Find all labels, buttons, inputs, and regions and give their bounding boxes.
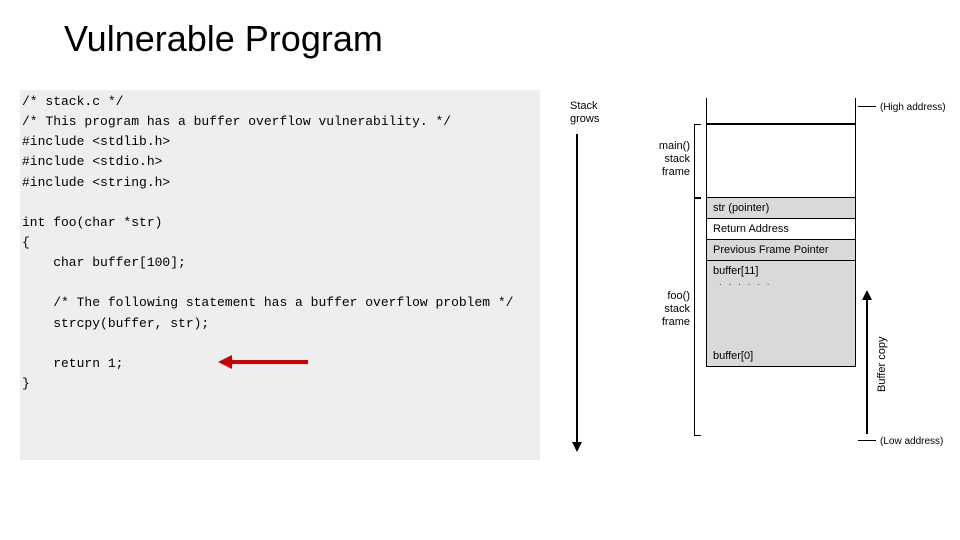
stack-row-buf0: buffer[0]: [707, 323, 855, 367]
code-line: return 1;: [22, 356, 123, 371]
main-frame-label: main() stack frame: [650, 140, 690, 180]
stack-row-main: [707, 124, 855, 198]
code-block: /* stack.c */ /* This program has a buff…: [20, 90, 540, 460]
high-address-label: (High address): [880, 102, 946, 113]
code-line: int foo(char *str): [22, 215, 162, 230]
code-line: #include <stdio.h>: [22, 154, 162, 169]
buffer-copy-label: Buffer copy: [876, 337, 888, 392]
stack-column: str (pointer) Return Address Previous Fr…: [706, 98, 856, 367]
stack-row-buf11: buffer[11] . . . . . .: [707, 261, 855, 323]
buf11-label: buffer[11]: [713, 265, 758, 277]
code-line: {: [22, 235, 30, 250]
code-line: #include <string.h>: [22, 175, 170, 190]
low-addr-line: [858, 440, 876, 441]
arrow-indicator: [218, 356, 308, 368]
code-line: /* This program has a buffer overflow vu…: [22, 114, 451, 129]
stack-row-pfp: Previous Frame Pointer: [707, 240, 855, 261]
stack-grows-label: Stack grows: [570, 100, 599, 126]
ellipsis-icon: . . . . . .: [713, 277, 849, 288]
buffer-copy-arrow-icon: [866, 298, 868, 434]
code-line: #include <stdlib.h>: [22, 134, 170, 149]
foo-frame-bracket: [694, 198, 695, 436]
main-frame-bracket: [694, 124, 695, 198]
down-arrow-icon: [576, 134, 578, 444]
stack-diagram: Stack grows main() stack frame foo() sta…: [550, 90, 950, 460]
code-line: strcpy(buffer, str);: [22, 316, 209, 331]
code-line: }: [22, 376, 30, 391]
low-address-label: (Low address): [880, 436, 943, 447]
page-title: Vulnerable Program: [64, 18, 383, 60]
code-line: char buffer[100];: [22, 255, 186, 270]
foo-frame-label: foo() stack frame: [650, 290, 690, 330]
stack-row-return: Return Address: [707, 219, 855, 240]
code-line: /* The following statement has a buffer …: [22, 295, 513, 310]
high-addr-line: [858, 106, 876, 107]
buf0-label: buffer[0]: [713, 350, 753, 362]
stack-row-top: [707, 98, 855, 124]
code-line: /* stack.c */: [22, 94, 123, 109]
stack-row-str: str (pointer): [707, 198, 855, 219]
